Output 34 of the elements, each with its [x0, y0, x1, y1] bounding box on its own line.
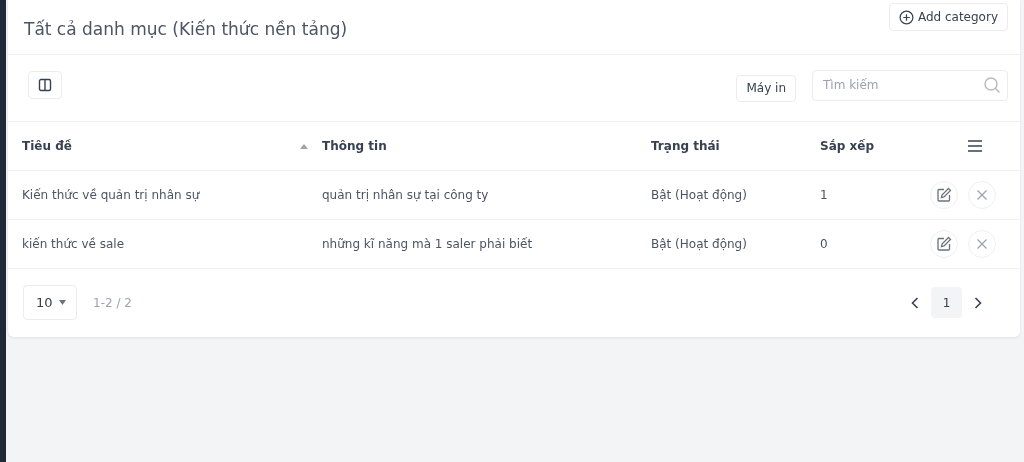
table-cell: 1	[820, 188, 828, 202]
add-category-button[interactable]: Add category	[888, 3, 1008, 31]
close-icon	[976, 189, 988, 201]
column-header: Thông tin	[322, 139, 387, 153]
table-cell: kiến thức về sale	[22, 237, 125, 251]
print-button[interactable]: Máy in	[736, 74, 796, 102]
page-size-select[interactable]: 10	[23, 285, 77, 320]
table-cell: Bật (Hoạt động)	[651, 237, 747, 251]
column-header: Tiêu đề	[22, 139, 72, 153]
search-field[interactable]: Tìm kiếm	[812, 69, 1008, 101]
caret-icon	[59, 300, 66, 305]
menu-icon[interactable]	[967, 140, 983, 152]
edit-button[interactable]	[930, 230, 958, 258]
column-header: Trạng thái	[651, 139, 720, 153]
search-icon	[983, 75, 1001, 94]
close-icon	[976, 238, 988, 250]
table-cell: Bật (Hoạt động)	[651, 188, 747, 202]
next-page-icon[interactable]	[974, 296, 982, 309]
table-cell: quản trị nhân sự tại công ty	[322, 188, 489, 202]
column-header: Sắp xếp	[820, 139, 874, 153]
page-range: 1-2 / 2	[93, 295, 132, 310]
table-cell: Kiến thức về quản trị nhân sự	[22, 188, 200, 202]
plus-circle-icon	[898, 9, 914, 25]
edit-button[interactable]	[930, 181, 958, 209]
page-button[interactable]: 1	[931, 287, 962, 318]
sort-arrow-icon[interactable]	[300, 143, 308, 149]
table-cell: những kĩ năng mà 1 saler phải biết	[322, 237, 533, 251]
table-cell: 0	[820, 237, 828, 251]
previous-page-icon[interactable]	[911, 296, 919, 309]
columns-toggle-button[interactable]	[28, 71, 62, 99]
edit-icon	[936, 187, 952, 203]
columns-icon	[38, 78, 52, 92]
edit-icon	[936, 236, 952, 252]
page-title: Tất cả danh mục (Kiến thức nền tảng)	[24, 19, 348, 39]
